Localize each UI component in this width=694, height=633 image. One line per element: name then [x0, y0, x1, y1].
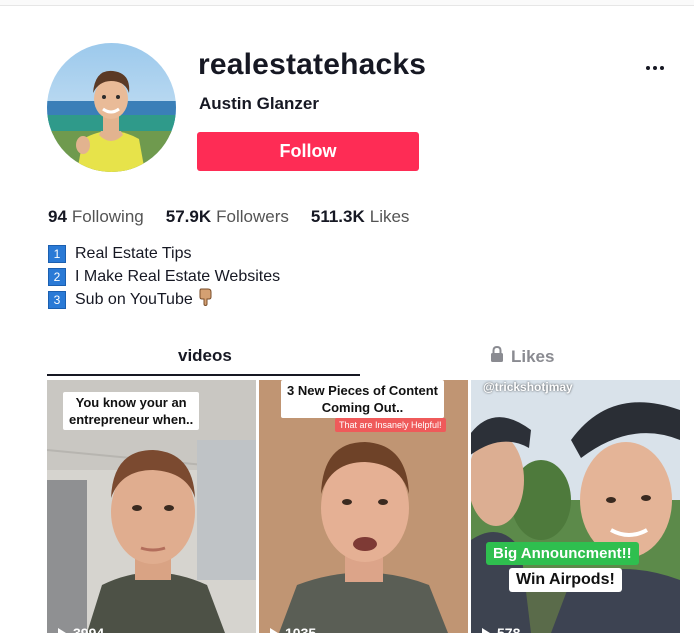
play-count: 3994: [57, 625, 104, 633]
bio-text: I Make Real Estate Websites: [75, 267, 281, 285]
number-badge-icon: 2: [48, 267, 66, 286]
followers-count: 57.9K: [165, 207, 212, 226]
profile-username: realestatehacks: [198, 48, 427, 81]
likes-count: 511.3K: [310, 207, 365, 226]
avatar-image: [47, 43, 176, 172]
number-badge-icon: 1: [48, 244, 66, 263]
play-icon: [270, 628, 278, 633]
view-count: 3994: [73, 625, 105, 633]
video-tag: Big Announcment!!: [486, 542, 639, 565]
bio-text: Sub on YouTube: [75, 290, 193, 308]
stat-likes: 511.3K Likes: [311, 207, 410, 227]
video-thumbnail[interactable]: 3 New Pieces of Content Coming Out.. Tha…: [259, 380, 468, 633]
view-count: 1035: [285, 625, 317, 633]
tab-likes-label: Likes: [511, 346, 555, 366]
tab-videos[interactable]: videos: [178, 346, 232, 366]
bio-line: 3 Sub on YouTube: [48, 288, 280, 311]
play-count: 1035: [269, 625, 316, 633]
video-thumbnail[interactable]: You know your an entrepreneur when.. 399…: [47, 380, 256, 633]
number-badge-icon: 3: [48, 290, 66, 309]
following-count: 94: [48, 207, 67, 226]
tab-likes[interactable]: Likes: [490, 345, 555, 367]
profile-nickname: Austin Glanzer: [199, 94, 319, 113]
following-label: Following: [71, 207, 144, 226]
bio-line: 2 I Make Real Estate Websites: [48, 265, 280, 288]
play-icon: [58, 628, 66, 633]
pointing-down-hand-icon: [198, 288, 213, 311]
video-caption: 3 New Pieces of Content Coming Out..: [281, 380, 444, 418]
video-thumbnail[interactable]: @trickshotjmay Big Announcment!! Win Air…: [471, 380, 680, 633]
video-thumbnail-image: [471, 380, 680, 633]
stat-following[interactable]: 94 Following: [48, 207, 144, 227]
video-tag: That are Insanely Helpful!: [335, 418, 446, 432]
active-tab-indicator: [47, 374, 360, 376]
top-border: [0, 0, 694, 6]
likes-label: Likes: [369, 207, 410, 226]
stat-followers[interactable]: 57.9K Followers: [166, 207, 289, 227]
lock-icon: [490, 345, 504, 367]
profile-stats: 94 Following 57.9K Followers 511.3K Likes: [48, 207, 409, 227]
profile-bio: 1 Real Estate Tips 2 I Make Real Estate …: [48, 242, 280, 311]
play-icon: [482, 628, 490, 633]
play-count: 578: [481, 625, 520, 633]
avatar[interactable]: [47, 43, 176, 172]
follow-button[interactable]: Follow: [197, 132, 419, 171]
video-caption: You know your an entrepreneur when..: [63, 392, 200, 430]
more-options-icon[interactable]: [640, 56, 670, 80]
bio-text: Real Estate Tips: [75, 244, 192, 262]
followers-label: Followers: [216, 207, 289, 226]
video-tag: Win Airpods!: [509, 568, 622, 592]
bio-line: 1 Real Estate Tips: [48, 242, 280, 265]
view-count: 578: [497, 625, 521, 633]
video-handle: @trickshotjmay: [483, 380, 573, 394]
